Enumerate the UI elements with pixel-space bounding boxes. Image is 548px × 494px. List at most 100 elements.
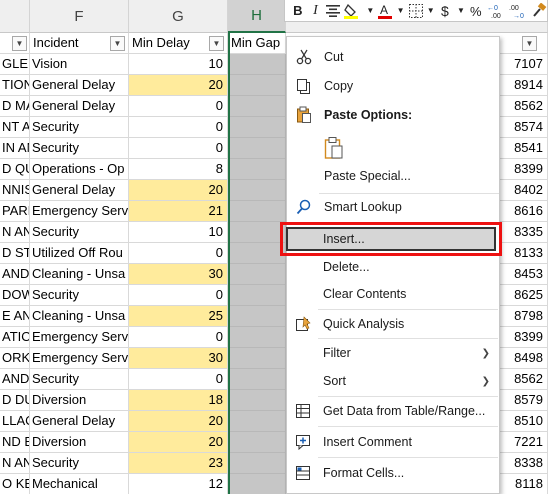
filter-dropdown-icon[interactable]: ▼ [110,36,125,51]
column-header-h[interactable]: H [228,0,286,33]
align-center-icon[interactable] [326,2,341,20]
cell-incident[interactable]: Cleaning - Unsa [30,306,129,327]
chevron-down-icon[interactable]: ▼ [457,2,465,20]
font-color-icon[interactable]: A [378,2,393,20]
cell-location[interactable]: N ANI [0,453,30,474]
cell-location[interactable]: N ANI [0,222,30,243]
cell-vehicle[interactable]: 8399 [500,327,548,348]
cell-location[interactable]: AND [0,369,30,390]
header-cell-min-gap[interactable]: Min Gap [228,33,286,54]
cell-min-gap[interactable] [228,474,286,494]
decrease-decimal-icon[interactable]: .00 →0 [509,2,527,20]
cell-location[interactable]: D MA [0,96,30,117]
cell-incident[interactable]: General Delay [30,411,129,432]
cell-min-gap[interactable] [228,411,286,432]
cell-min-delay[interactable]: 0 [129,369,228,390]
cell-min-gap[interactable] [228,96,286,117]
cell-vehicle[interactable]: 8625 [500,285,548,306]
filter-dropdown-icon[interactable]: ▼ [12,36,27,51]
cell-min-delay[interactable]: 10 [129,222,228,243]
cell-vehicle[interactable]: 8335 [500,222,548,243]
cell-min-delay[interactable]: 10 [129,54,228,75]
cell-min-delay[interactable]: 8 [129,159,228,180]
cell-location[interactable]: ORKV [0,348,30,369]
menu-item-paste-special[interactable]: Paste Special... [287,163,499,189]
cell-min-delay[interactable]: 18 [129,390,228,411]
cell-min-gap[interactable] [228,453,286,474]
format-painter-icon[interactable] [531,2,547,20]
cell-min-delay[interactable]: 0 [129,243,228,264]
cell-vehicle[interactable]: 8616 [500,201,548,222]
cell-incident[interactable]: Security [30,117,129,138]
cell-min-delay[interactable]: 23 [129,453,228,474]
cell-min-delay[interactable]: 0 [129,117,228,138]
cell-min-delay[interactable]: 0 [129,285,228,306]
cell-location[interactable]: E ANI [0,306,30,327]
cell-min-gap[interactable] [228,285,286,306]
cell-min-gap[interactable] [228,264,286,285]
cell-min-gap[interactable] [228,327,286,348]
cell-incident[interactable]: Vision [30,54,129,75]
bold-button[interactable]: B [291,2,305,20]
cell-incident[interactable]: Security [30,222,129,243]
cell-min-delay[interactable]: 20 [129,411,228,432]
cell-incident[interactable]: Security [30,285,129,306]
menu-item-insert[interactable]: Insert... [286,226,498,252]
cell-incident[interactable]: Diversion [30,390,129,411]
cell-vehicle[interactable]: 8510 [500,411,548,432]
menu-item-copy[interactable]: Copy [287,73,499,99]
cell-min-gap[interactable] [228,306,286,327]
italic-button[interactable]: I [309,2,323,20]
cell-incident[interactable]: Emergency Serv [30,201,129,222]
cell-vehicle[interactable]: 8399 [500,159,548,180]
cell-min-delay[interactable]: 30 [129,264,228,285]
header-cell-incident[interactable]: Incident ▼ [30,33,129,54]
cell-min-delay[interactable]: 25 [129,306,228,327]
cell-incident[interactable]: Security [30,138,129,159]
cell-vehicle[interactable]: 8574 [500,117,548,138]
cell-location[interactable]: D ST [0,243,30,264]
column-header-f[interactable]: F [30,0,129,33]
cell-vehicle[interactable]: 8541 [500,138,548,159]
cell-vehicle[interactable]: 8338 [500,453,548,474]
cell-location[interactable]: GLEN [0,54,30,75]
chevron-down-icon[interactable]: ▼ [366,2,374,20]
cell-min-delay[interactable]: 30 [129,348,228,369]
cell-min-gap[interactable] [228,390,286,411]
cell-vehicle[interactable]: 8498 [500,348,548,369]
percent-format-icon[interactable]: % [469,2,483,20]
cell-incident[interactable]: General Delay [30,75,129,96]
cell-vehicle[interactable]: 8798 [500,306,548,327]
column-header-g[interactable]: G [129,0,228,33]
filter-dropdown-icon[interactable]: ▼ [209,36,224,51]
cell-vehicle[interactable]: 8914 [500,75,548,96]
cell-min-delay[interactable]: 12 [129,474,228,494]
cell-vehicle[interactable]: 8453 [500,264,548,285]
increase-decimal-icon[interactable]: ←0.00 [487,2,505,20]
cell-location[interactable]: LLAC [0,411,30,432]
cell-location[interactable]: NT AI [0,117,30,138]
cell-vehicle[interactable]: 8579 [500,390,548,411]
cell-vehicle[interactable]: 8133 [500,243,548,264]
cell-min-delay[interactable]: 21 [129,201,228,222]
chevron-down-icon[interactable]: ▼ [396,2,405,20]
cell-vehicle[interactable]: 7107 [500,54,548,75]
cell-min-gap[interactable] [228,222,286,243]
cell-incident[interactable]: General Delay [30,180,129,201]
fill-color-icon[interactable] [344,2,362,20]
cell-incident[interactable]: General Delay [30,96,129,117]
cell-vehicle[interactable]: 8562 [500,96,548,117]
cell-min-delay[interactable]: 20 [129,180,228,201]
borders-icon[interactable] [408,2,423,20]
cell-location[interactable]: ATIO [0,327,30,348]
cell-min-delay[interactable]: 20 [129,75,228,96]
cell-min-gap[interactable] [228,117,286,138]
menu-item-cut[interactable]: Cut [287,44,499,70]
cell-location[interactable]: O KEN [0,474,30,494]
cell-min-delay[interactable]: 0 [129,327,228,348]
cell-incident[interactable]: Cleaning - Unsa [30,264,129,285]
cell-location[interactable]: IN AN [0,138,30,159]
cell-min-delay[interactable]: 0 [129,96,228,117]
cell-incident[interactable]: Emergency Serv [30,327,129,348]
cell-min-gap[interactable] [228,348,286,369]
